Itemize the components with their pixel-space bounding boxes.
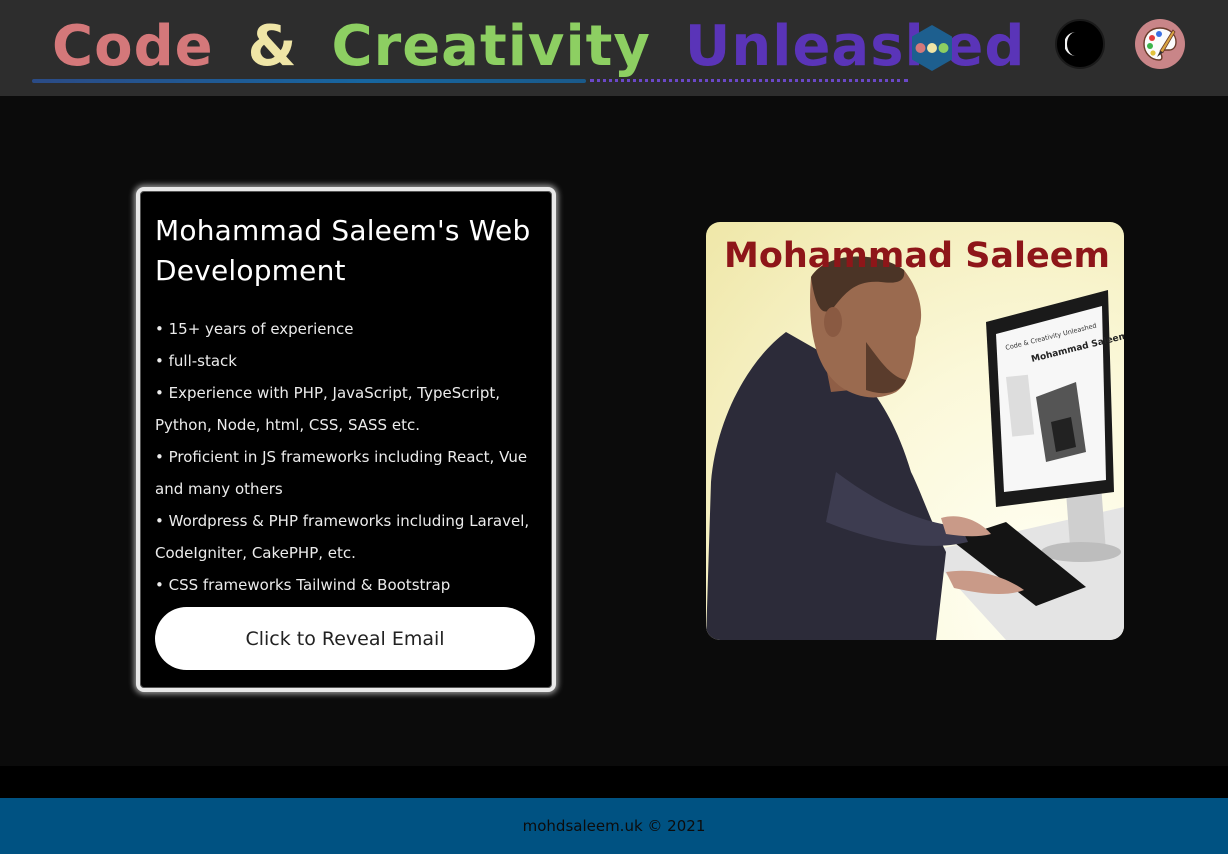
logo-word-unleashed: Unleashed — [684, 14, 1026, 79]
reveal-email-button[interactable]: Click to Reveal Email — [155, 607, 535, 670]
logo-word-creativity: Creativity — [331, 14, 651, 79]
theme-picker-button[interactable] — [1135, 19, 1185, 69]
portrait-illustration: Code & Creativity Unleashed Mohammad Sal… — [706, 222, 1124, 640]
list-item: • Wordpress & PHP frameworks including L… — [155, 512, 530, 562]
logo-word-code: Code — [52, 14, 214, 79]
site-logo[interactable]: Code & Creativity Unleashed — [52, 14, 1041, 84]
site-footer: mohdsaleem.uk © 2021 — [0, 798, 1228, 854]
copyright-text: mohdsaleem.uk © 2021 — [522, 817, 706, 835]
moon-icon — [1065, 32, 1076, 56]
portrait-name: Mohammad Saleem — [724, 236, 1110, 276]
list-item: • full-stack — [155, 352, 237, 370]
palette-icon — [1143, 27, 1177, 61]
developer-illustration: Code & Creativity Unleashed Mohammad Sal… — [706, 256, 1124, 640]
experience-list: • 15+ years of experience • full-stack •… — [155, 313, 536, 601]
logo-word-ampersand: & — [247, 14, 298, 79]
logo-underline-dotted — [590, 79, 908, 82]
list-item: • CSS frameworks Tailwind & Bootstrap — [155, 576, 451, 594]
list-item: • Experience with PHP, JavaScript, TypeS… — [155, 384, 500, 434]
list-item: • Proficient in JS frameworks including … — [155, 448, 528, 498]
theme-toggle-button[interactable] — [1055, 19, 1105, 69]
footer-divider — [0, 766, 1228, 798]
logo-underline-solid — [32, 79, 586, 83]
list-item: • 15+ years of experience — [155, 320, 354, 338]
site-header: Code & Creativity Unleashed — [0, 0, 1228, 96]
intro-card: Mohammad Saleem's Web Development • 15+ … — [136, 187, 556, 692]
hexagon-dots-icon[interactable] — [910, 24, 954, 72]
card-title: Mohammad Saleem's Web Development — [155, 214, 531, 287]
